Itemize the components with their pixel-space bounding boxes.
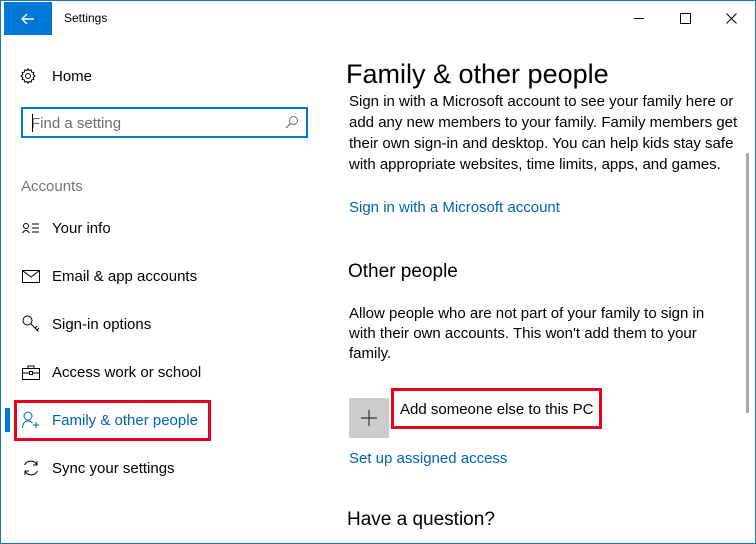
section-label-accounts: Accounts xyxy=(21,178,83,195)
main-content: Family & other people Sign in with a Mic… xyxy=(323,36,747,543)
sidebar-item-sign-in[interactable]: Sign-in options xyxy=(1,304,323,344)
add-person-button[interactable] xyxy=(349,398,389,438)
minimize-icon xyxy=(633,18,644,19)
text-caret xyxy=(32,114,33,132)
gear-icon xyxy=(20,68,36,84)
arrow-left-icon xyxy=(21,13,34,24)
sidebar-item-label: Your info xyxy=(52,219,111,237)
family-description: Sign in with a Microsoft account to see … xyxy=(349,93,738,173)
home-label: Home xyxy=(52,67,93,85)
home-link[interactable]: Home xyxy=(20,66,92,86)
sync-icon xyxy=(21,459,41,477)
maximize-button[interactable] xyxy=(662,1,708,36)
sidebar-item-your-info[interactable]: Your info xyxy=(1,208,323,248)
sidebar-item-sync[interactable]: Sync your settings xyxy=(1,448,323,488)
other-people-description: Allow people who are not part of your fa… xyxy=(349,305,705,362)
assigned-access-link[interactable]: Set up assigned access xyxy=(349,450,507,467)
key-icon xyxy=(21,315,41,333)
person-card-icon xyxy=(21,219,41,237)
minimize-button[interactable] xyxy=(616,1,662,36)
highlight-box xyxy=(14,400,211,441)
window-title: Settings xyxy=(64,11,108,25)
sidebar-item-label: Sign-in options xyxy=(52,315,152,333)
sidebar-item-label: Access work or school xyxy=(52,363,202,381)
signin-microsoft-link[interactable]: Sign in with a Microsoft account xyxy=(349,199,560,216)
settings-window: Settings Home Accounts xyxy=(0,0,756,544)
highlight-box xyxy=(391,388,602,429)
sidebar: Home Accounts Your info xyxy=(1,36,323,543)
sidebar-item-work-school[interactable]: Access work or school xyxy=(1,352,323,392)
question-heading: Have a question? xyxy=(347,509,495,530)
close-button[interactable] xyxy=(708,1,754,36)
search-input[interactable] xyxy=(31,114,271,132)
search-box[interactable] xyxy=(21,107,308,138)
title-bar: Settings xyxy=(1,1,755,36)
page-title: Family & other people xyxy=(346,59,613,90)
search-icon[interactable] xyxy=(285,115,299,129)
maximize-icon xyxy=(679,13,691,24)
other-people-heading: Other people xyxy=(348,261,458,282)
plus-icon xyxy=(361,410,377,426)
envelope-icon xyxy=(21,267,41,285)
sidebar-item-label: Sync your settings xyxy=(52,459,175,477)
active-indicator xyxy=(5,408,10,432)
close-icon xyxy=(725,13,737,24)
sidebar-item-label: Email & app accounts xyxy=(52,267,198,285)
back-button[interactable] xyxy=(4,2,52,35)
sidebar-item-email[interactable]: Email & app accounts xyxy=(1,256,323,296)
scrollbar[interactable] xyxy=(746,153,749,413)
briefcase-icon xyxy=(21,363,41,381)
